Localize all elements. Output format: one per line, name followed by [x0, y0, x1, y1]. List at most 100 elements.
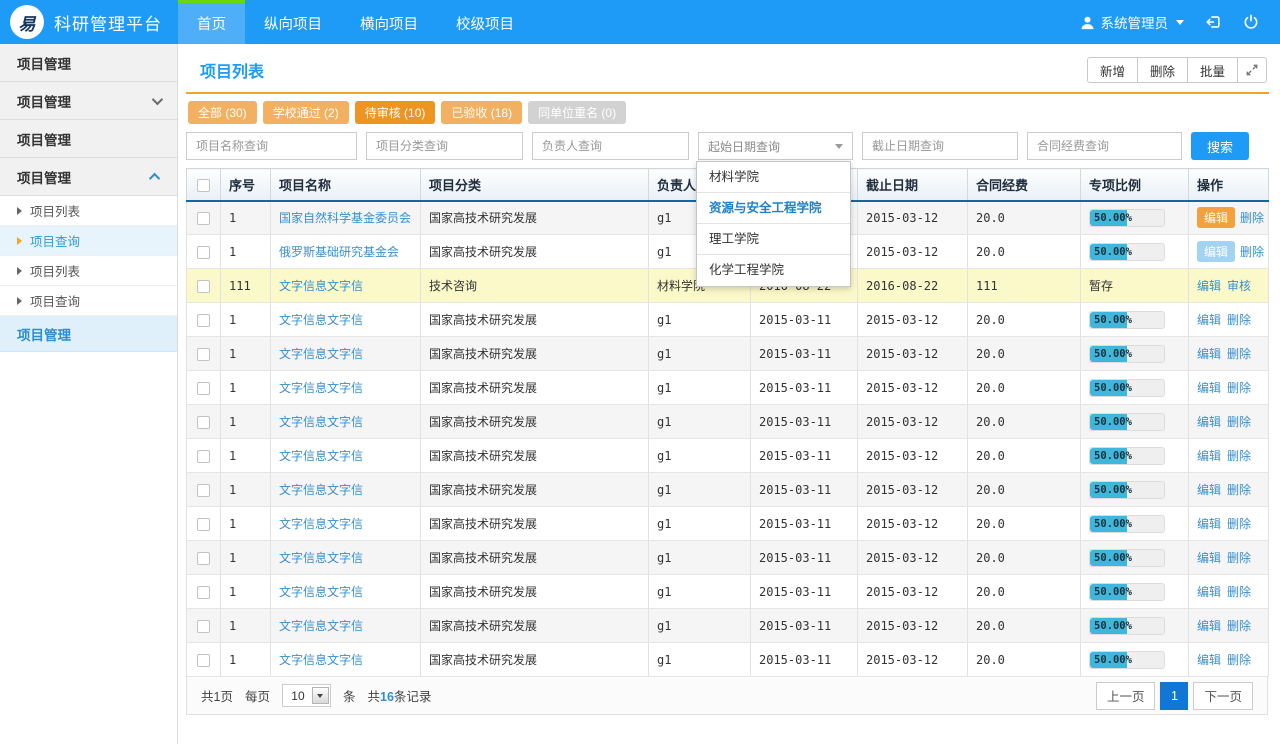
project-name-link[interactable]: 文字信息文字信	[279, 551, 363, 565]
row-checkbox[interactable]	[197, 518, 210, 531]
project-name-link[interactable]: 文字信息文字信	[279, 313, 363, 327]
action-edit-link[interactable]: 编辑	[1197, 483, 1221, 497]
row-checkbox[interactable]	[197, 450, 210, 463]
project-name-link[interactable]: 文字信息文字信	[279, 415, 363, 429]
sidebar-item-project-list-1[interactable]: 项目列表	[0, 196, 177, 226]
project-name-link[interactable]: 文字信息文字信	[279, 653, 363, 667]
search-button[interactable]: 搜索	[1191, 132, 1249, 160]
action-delete-link[interactable]: 删除	[1240, 245, 1264, 259]
filter-chip-all[interactable]: 全部 (30)	[188, 101, 257, 124]
dropdown-option[interactable]: 理工学院	[697, 224, 850, 255]
action-delete-link[interactable]: 删除	[1240, 211, 1264, 225]
action-edit-link[interactable]: 编辑	[1197, 415, 1221, 429]
expand-icon[interactable]	[1238, 57, 1267, 83]
row-checkbox[interactable]	[197, 654, 210, 667]
action-edit-link[interactable]: 编辑	[1197, 619, 1221, 633]
project-name-link[interactable]: 文字信息文字信	[279, 279, 363, 293]
current-page-button[interactable]: 1	[1160, 682, 1188, 710]
project-name-link[interactable]: 文字信息文字信	[279, 619, 363, 633]
filter-chip-same-unit-dup[interactable]: 同单位重名 (0)	[528, 101, 626, 124]
project-name-link[interactable]: 文字信息文字信	[279, 381, 363, 395]
action-edit-button[interactable]: 编辑	[1197, 207, 1235, 228]
contract-fund-input[interactable]	[1027, 132, 1182, 160]
power-icon[interactable]	[1242, 13, 1260, 31]
sidebar-item-project-list-2[interactable]: 项目列表	[0, 256, 177, 286]
user-menu[interactable]: 系统管理员	[1080, 12, 1185, 32]
project-name-link[interactable]: 文字信息文字信	[279, 483, 363, 497]
nav-tab-vertical[interactable]: 纵向项目	[245, 0, 341, 44]
dropdown-option[interactable]: 资源与安全工程学院	[697, 193, 850, 224]
action-edit-link[interactable]: 编辑	[1197, 449, 1221, 463]
action-edit-link[interactable]: 编辑	[1197, 279, 1221, 293]
row-checkbox[interactable]	[197, 280, 210, 293]
project-name-link[interactable]: 文字信息文字信	[279, 347, 363, 361]
action-edit-link[interactable]: 编辑	[1197, 313, 1221, 327]
row-checkbox[interactable]	[197, 348, 210, 361]
action-delete-link[interactable]: 删除	[1227, 415, 1251, 429]
sidebar-group-3[interactable]: 项目管理	[0, 120, 177, 158]
row-checkbox[interactable]	[197, 586, 210, 599]
filter-chip-school-passed[interactable]: 学校通过 (2)	[263, 101, 349, 124]
action-edit-link[interactable]: 编辑	[1197, 551, 1221, 565]
action-delete-link[interactable]: 删除	[1227, 653, 1251, 667]
logout-icon[interactable]	[1204, 13, 1222, 31]
row-checkbox[interactable]	[197, 484, 210, 497]
filter-chip-accepted[interactable]: 已验收 (18)	[441, 101, 522, 124]
sidebar-item-project-query-1[interactable]: 项目查询	[0, 226, 177, 256]
action-edit-link[interactable]: 编辑	[1197, 517, 1221, 531]
action-edit-link[interactable]: 编辑	[1197, 653, 1221, 667]
action-delete-link[interactable]: 删除	[1227, 313, 1251, 327]
project-name-input[interactable]	[186, 132, 357, 160]
row-checkbox[interactable]	[197, 246, 210, 259]
project-name-link[interactable]: 俄罗斯基础研究基金会	[279, 245, 399, 259]
cell-end-date: 2015-03-12	[858, 303, 968, 337]
action-delete-link[interactable]: 删除	[1227, 585, 1251, 599]
row-checkbox[interactable]	[197, 212, 210, 225]
add-button[interactable]: 新增	[1087, 57, 1138, 83]
action-delete-link[interactable]: 删除	[1227, 483, 1251, 497]
action-delete-link[interactable]: 删除	[1227, 449, 1251, 463]
end-date-input[interactable]	[862, 132, 1018, 160]
dropdown-option[interactable]: 材料学院	[697, 162, 850, 193]
select-all-checkbox[interactable]	[197, 179, 210, 192]
batch-button[interactable]: 批量	[1188, 57, 1238, 83]
action-edit-link[interactable]: 编辑	[1197, 347, 1221, 361]
action-review-link[interactable]: 审核	[1227, 279, 1251, 293]
row-checkbox[interactable]	[197, 416, 210, 429]
per-page-dropdown-button[interactable]	[312, 687, 329, 704]
dropdown-option[interactable]: 化学工程学院	[697, 255, 850, 286]
action-edit-button[interactable]: 编辑	[1197, 241, 1235, 262]
action-delete-link[interactable]: 删除	[1227, 381, 1251, 395]
action-edit-link[interactable]: 编辑	[1197, 585, 1221, 599]
delete-button[interactable]: 删除	[1138, 57, 1188, 83]
project-name-link[interactable]: 国家自然科学基金委员会	[279, 211, 411, 225]
project-name-link[interactable]: 文字信息文字信	[279, 449, 363, 463]
action-delete-link[interactable]: 删除	[1227, 551, 1251, 565]
project-name-link[interactable]: 文字信息文字信	[279, 585, 363, 599]
start-date-select[interactable]: 起始日期查询	[698, 132, 853, 160]
row-checkbox[interactable]	[197, 620, 210, 633]
sidebar-group-1[interactable]: 项目管理	[0, 44, 177, 82]
prev-page-button[interactable]: 上一页	[1096, 682, 1156, 710]
nav-tab-school[interactable]: 校级项目	[437, 0, 533, 44]
row-checkbox[interactable]	[197, 552, 210, 565]
nav-tab-horizontal[interactable]: 横向项目	[341, 0, 437, 44]
sidebar-item-project-query-2[interactable]: 项目查询	[0, 286, 177, 316]
leader-input[interactable]	[532, 132, 689, 160]
column-header-7: 合同经费	[968, 169, 1081, 201]
project-category-input[interactable]	[366, 132, 523, 160]
action-delete-link[interactable]: 删除	[1227, 347, 1251, 361]
action-delete-link[interactable]: 删除	[1227, 517, 1251, 531]
sidebar-group-4[interactable]: 项目管理	[0, 158, 177, 196]
sidebar-group-2[interactable]: 项目管理	[0, 82, 177, 120]
action-edit-link[interactable]: 编辑	[1197, 381, 1221, 395]
per-page-select[interactable]: 10	[282, 684, 331, 707]
project-name-link[interactable]: 文字信息文字信	[279, 517, 363, 531]
filter-chip-pending-review[interactable]: 待审核 (10)	[355, 101, 436, 124]
sidebar-item-project-management[interactable]: 项目管理	[0, 316, 177, 352]
next-page-button[interactable]: 下一页	[1193, 682, 1253, 710]
nav-tab-home[interactable]: 首页	[178, 0, 245, 44]
action-delete-link[interactable]: 删除	[1227, 619, 1251, 633]
row-checkbox[interactable]	[197, 382, 210, 395]
row-checkbox[interactable]	[197, 314, 210, 327]
